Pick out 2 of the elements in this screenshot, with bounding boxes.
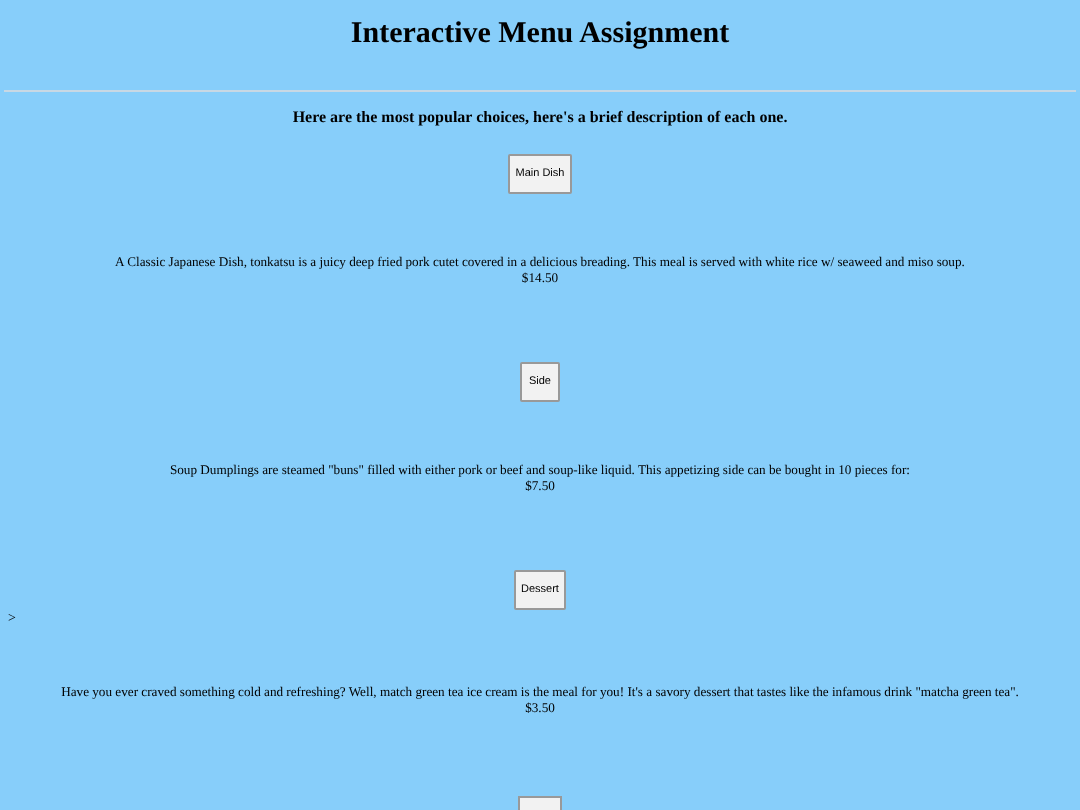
page-title: Interactive Menu Assignment	[350, 18, 730, 52]
intro-heading: Here are the most popular choices, here's a brief description of each one.	[292, 108, 788, 128]
